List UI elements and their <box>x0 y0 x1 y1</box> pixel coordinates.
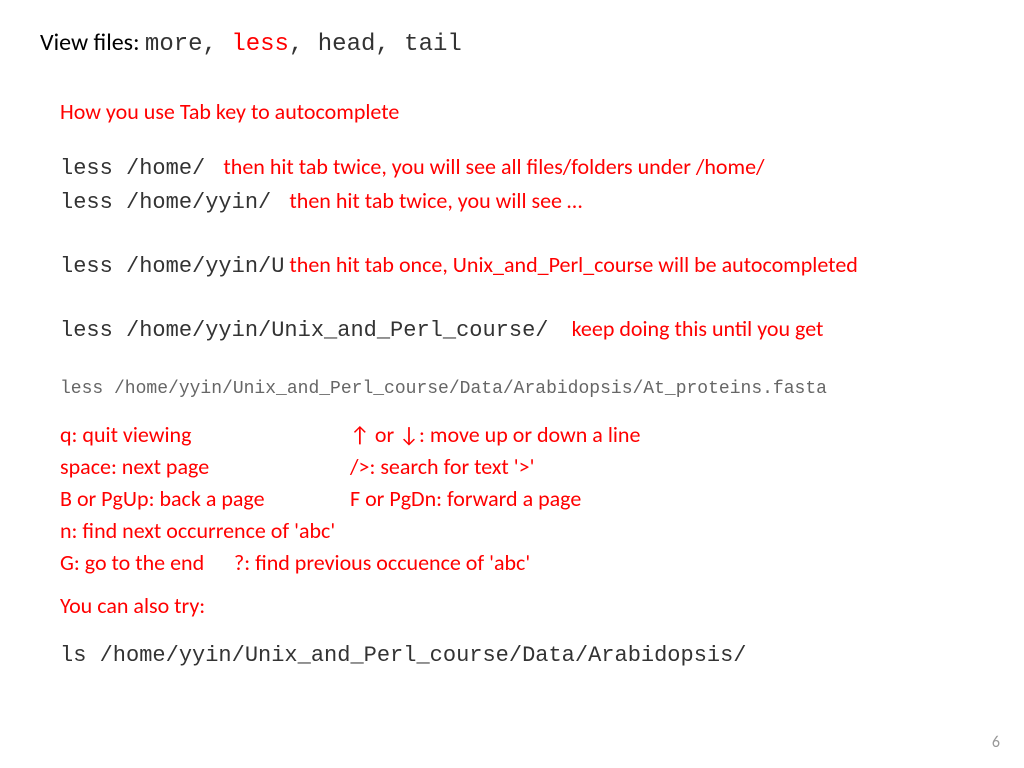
shortcut-key: F or PgDn: forward a page <box>350 483 581 515</box>
shortcut-key: ↑ or ↓: move up or down a line <box>350 419 640 451</box>
shortcut-key: q: quit viewing <box>60 419 350 451</box>
title-cmd-rest: , head, tail <box>289 31 462 58</box>
shortcut-row: B or PgUp: back a page F or PgDn: forwar… <box>60 483 984 515</box>
cmd-note: then hit tab twice, you will see all fil… <box>218 153 764 180</box>
shortcut-row: space: next page />: search for text '>' <box>60 451 984 483</box>
shortcut-row: G: go to the end ?: find previous occuen… <box>60 547 984 579</box>
cmd-note: keep doing this until you get <box>562 315 824 342</box>
slide-content: View files: more, less, head, tail How y… <box>0 0 1024 696</box>
shortcut-row: q: quit viewing ↑ or ↓: move up or down … <box>60 419 984 451</box>
section-heading: How you use Tab key to autocomplete <box>60 98 984 125</box>
cmd-note: then hit tab once, Unix_and_Perl_course … <box>284 251 857 278</box>
cmd-text: less /home/ <box>60 156 218 181</box>
page-number: 6 <box>992 733 1000 752</box>
cmd-text: less /home/yyin/Unix_and_Perl_course/ <box>60 318 562 343</box>
also-try-label: You can also try: <box>60 592 984 619</box>
content-body: How you use Tab key to autocomplete less… <box>40 98 984 668</box>
shortcut-key: ?: find previous occuence of 'abc' <box>234 549 530 576</box>
cmd-text: less /home/yyin/U <box>60 254 284 279</box>
example-line-4: less /home/yyin/Unix_and_Perl_course/ ke… <box>60 315 984 343</box>
ls-command: ls /home/yyin/Unix_and_Perl_course/Data/… <box>60 643 984 668</box>
shortcut-key: />: search for text '>' <box>350 451 534 483</box>
shortcut-key: G: go to the end <box>60 549 204 576</box>
title-cmd-more: more, <box>145 31 231 58</box>
title-label: View files: <box>40 28 145 57</box>
slide-title: View files: more, less, head, tail <box>40 28 984 58</box>
example-line-1: less /home/ then hit tab twice, you will… <box>60 153 984 181</box>
cmd-note: then hit tab twice, you will see … <box>284 187 582 214</box>
shortcut-key: space: next page <box>60 451 350 483</box>
example-line-2: less /home/yyin/ then hit tab twice, you… <box>60 187 984 215</box>
full-command: less /home/yyin/Unix_and_Perl_course/Dat… <box>60 379 984 399</box>
example-line-3: less /home/yyin/U then hit tab once, Uni… <box>60 251 984 279</box>
shortcuts-block: q: quit viewing ↑ or ↓: move up or down … <box>60 419 984 578</box>
shortcut-row: n: find next occurrence of 'abc' <box>60 515 984 547</box>
cmd-text: less /home/yyin/ <box>60 190 284 215</box>
title-cmd-less: less <box>231 31 289 58</box>
shortcut-key: B or PgUp: back a page <box>60 483 350 515</box>
